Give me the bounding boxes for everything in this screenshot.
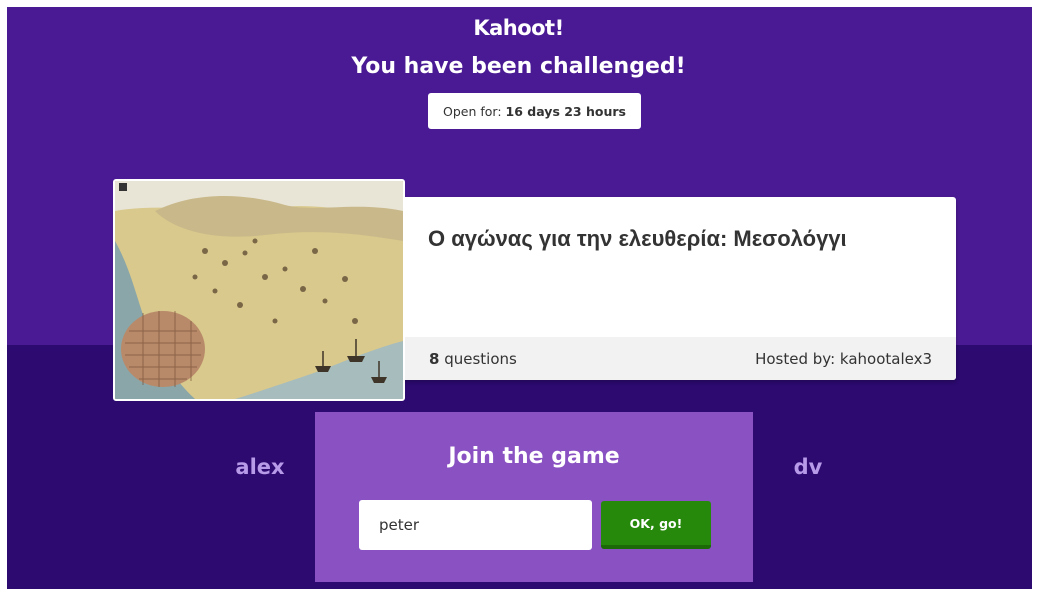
hosted-by: Hosted by: kahootalex3: [755, 350, 932, 368]
ok-go-button[interactable]: OK, go!: [601, 501, 711, 549]
timer-label: Open for:: [443, 103, 502, 119]
question-count-number: 8: [429, 350, 440, 368]
quiz-title: Ο αγώνας για την ελευθερία: Μεσολόγγι: [428, 226, 847, 251]
open-for-badge: Open for: 16 days 23 hours: [428, 93, 641, 129]
join-panel: [315, 412, 753, 582]
player-name-left: alex: [235, 455, 285, 479]
kahoot-logo: Kahoot!: [473, 16, 564, 40]
timer-value: 16 days 23 hours: [505, 103, 626, 119]
map-painting-image: [115, 181, 403, 399]
question-count: 8 questions: [429, 350, 517, 368]
quiz-thumbnail: [113, 179, 405, 401]
question-count-label: questions: [444, 350, 517, 368]
join-title: Join the game: [448, 444, 620, 469]
nickname-input[interactable]: [359, 500, 592, 550]
player-name-right: dv: [793, 455, 823, 479]
challenge-headline: You have been challenged!: [351, 54, 686, 79]
